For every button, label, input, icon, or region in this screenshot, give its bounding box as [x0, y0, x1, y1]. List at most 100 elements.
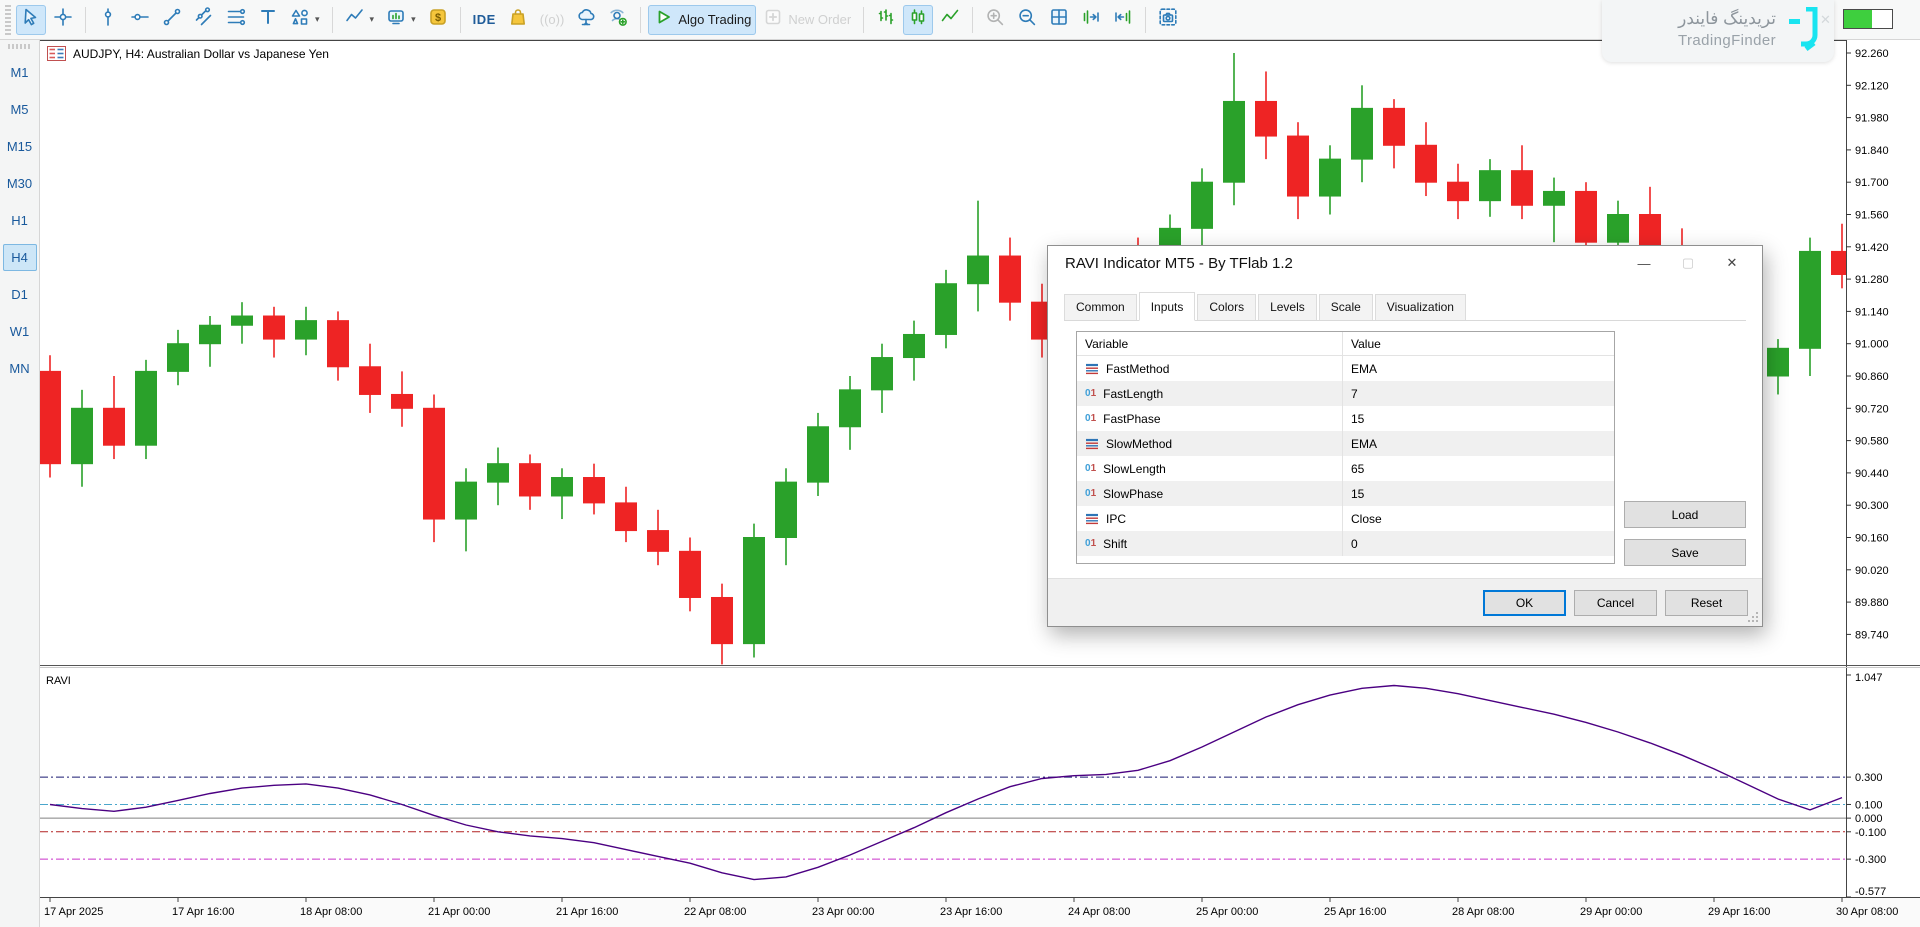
- variable-value[interactable]: 15: [1343, 412, 1614, 426]
- save-button[interactable]: Save: [1624, 539, 1746, 566]
- minimize-icon[interactable]: —: [1622, 251, 1666, 275]
- horizontal-line-button[interactable]: [125, 5, 155, 35]
- timeframe-button-m1[interactable]: M1: [3, 59, 37, 86]
- shift-end-left-button[interactable]: [1108, 5, 1138, 35]
- timeframe-button-m5[interactable]: M5: [3, 96, 37, 123]
- shapes-button[interactable]: ▾: [285, 5, 325, 35]
- candles-chart-button[interactable]: [903, 5, 933, 35]
- tab-common[interactable]: Common: [1064, 294, 1137, 320]
- svg-text:0.300: 0.300: [1855, 772, 1883, 784]
- objects-button[interactable]: ▾: [381, 5, 421, 35]
- timeframe-button-w1[interactable]: W1: [3, 318, 37, 345]
- tab-levels[interactable]: Levels: [1258, 294, 1317, 320]
- svg-text:89.880: 89.880: [1855, 597, 1889, 609]
- metaeditor-button[interactable]: IDE: [468, 5, 501, 35]
- channel-button[interactable]: [189, 5, 219, 35]
- svg-text:91.000: 91.000: [1855, 339, 1889, 351]
- timeframe-button-m30[interactable]: M30: [3, 170, 37, 197]
- tab-scale[interactable]: Scale: [1319, 294, 1373, 320]
- channel-icon: [194, 7, 214, 32]
- tile-windows-icon: [1049, 7, 1069, 32]
- cursor-button[interactable]: [16, 5, 46, 35]
- table-row-fastmethod[interactable]: FastMethodEMA: [1077, 356, 1614, 381]
- crosshair-button[interactable]: [48, 5, 78, 35]
- variable-name: SlowPhase: [1103, 487, 1163, 501]
- screenshot-button[interactable]: [1153, 5, 1183, 35]
- vertical-line-button[interactable]: [93, 5, 123, 35]
- tab-visualization[interactable]: Visualization: [1375, 294, 1466, 320]
- chevron-down-icon[interactable]: ▾: [370, 14, 375, 25]
- timeframe-button-h1[interactable]: H1: [3, 207, 37, 234]
- signals-button[interactable]: ((o)): [535, 5, 570, 35]
- shapes-icon: [290, 7, 310, 32]
- table-row-fastphase[interactable]: 01FastPhase15: [1077, 406, 1614, 431]
- maximize-icon: ▢: [1666, 251, 1710, 275]
- timeframe-button-h4[interactable]: H4: [3, 244, 37, 271]
- variable-value[interactable]: 7: [1343, 387, 1614, 401]
- svg-text:90.300: 90.300: [1855, 500, 1889, 512]
- chevron-down-icon[interactable]: ▾: [315, 14, 320, 25]
- play-icon: [653, 7, 673, 32]
- variable-value[interactable]: 0: [1343, 537, 1614, 551]
- table-row-fastlength[interactable]: 01FastLength7: [1077, 381, 1614, 406]
- variable-value[interactable]: Close: [1343, 512, 1614, 526]
- market-button[interactable]: [503, 5, 533, 35]
- vps-cloud-button[interactable]: [571, 5, 601, 35]
- algo-trading-button[interactable]: Algo Trading: [648, 5, 756, 35]
- algo-trading-button-label: Algo Trading: [678, 12, 751, 27]
- variable-value[interactable]: 65: [1343, 462, 1614, 476]
- timeframe-button-m15[interactable]: M15: [3, 133, 37, 160]
- line-chart-button[interactable]: [935, 5, 965, 35]
- resize-grip[interactable]: [1747, 611, 1760, 624]
- bars-chart-button[interactable]: [871, 5, 901, 35]
- toolbar-separator: [85, 7, 86, 33]
- sidebar-grip[interactable]: [8, 44, 31, 49]
- ok-button[interactable]: OK: [1483, 590, 1566, 616]
- integer-icon: 01: [1085, 388, 1096, 399]
- timeframe-button-mn[interactable]: MN: [3, 355, 37, 382]
- table-row-ipc[interactable]: IPCClose: [1077, 506, 1614, 531]
- horizontal-line-icon: [130, 7, 150, 32]
- svg-text:22 Apr 08:00: 22 Apr 08:00: [684, 906, 746, 918]
- reset-button[interactable]: Reset: [1665, 590, 1748, 616]
- svg-text:91.700: 91.700: [1855, 177, 1889, 189]
- svg-text:92.120: 92.120: [1855, 80, 1889, 92]
- chevron-down-icon[interactable]: ▾: [411, 14, 416, 25]
- signals-button-label: ((o)): [540, 12, 565, 27]
- svg-text:17 Apr 2025: 17 Apr 2025: [44, 906, 103, 918]
- table-row-shift[interactable]: 01Shift0: [1077, 531, 1614, 556]
- svg-text:1.047: 1.047: [1855, 672, 1883, 684]
- cursor-icon: [21, 7, 41, 32]
- toolbar-separator: [332, 7, 333, 33]
- text-tool-button[interactable]: [253, 5, 283, 35]
- fibonacci-icon: [226, 7, 246, 32]
- close-icon[interactable]: ✕: [1710, 251, 1754, 275]
- trendline-button[interactable]: [157, 5, 187, 35]
- zoom-out-button[interactable]: [1012, 5, 1042, 35]
- community-icon: [608, 7, 628, 32]
- community-button[interactable]: [603, 5, 633, 35]
- dialog-tabs: CommonInputsColorsLevelsScaleVisualizati…: [1064, 292, 1746, 321]
- tab-inputs[interactable]: Inputs: [1139, 292, 1196, 321]
- table-row-slowmethod[interactable]: SlowMethodEMA: [1077, 431, 1614, 456]
- cancel-button[interactable]: Cancel: [1574, 590, 1657, 616]
- zoom-in-button[interactable]: [980, 5, 1010, 35]
- new-order-button[interactable]: New Order: [758, 5, 856, 35]
- tile-windows-button[interactable]: [1044, 5, 1074, 35]
- variable-value[interactable]: EMA: [1343, 437, 1614, 451]
- fibonacci-button[interactable]: [221, 5, 251, 35]
- svg-text:23 Apr 00:00: 23 Apr 00:00: [812, 906, 874, 918]
- timeframe-button-d1[interactable]: D1: [3, 281, 37, 308]
- variable-value[interactable]: 15: [1343, 487, 1614, 501]
- load-button[interactable]: Load: [1624, 501, 1746, 528]
- svg-text:25 Apr 00:00: 25 Apr 00:00: [1196, 906, 1258, 918]
- variable-value[interactable]: EMA: [1343, 362, 1614, 376]
- symbols-button[interactable]: $: [423, 5, 453, 35]
- table-row-slowlength[interactable]: 01SlowLength65: [1077, 456, 1614, 481]
- table-row-slowphase[interactable]: 01SlowPhase15: [1077, 481, 1614, 506]
- tab-colors[interactable]: Colors: [1197, 294, 1256, 320]
- svg-text:90.440: 90.440: [1855, 468, 1889, 480]
- indicators-button[interactable]: ▾: [340, 5, 380, 35]
- shift-end-right-button[interactable]: [1076, 5, 1106, 35]
- toolbar-grip[interactable]: [5, 5, 11, 35]
